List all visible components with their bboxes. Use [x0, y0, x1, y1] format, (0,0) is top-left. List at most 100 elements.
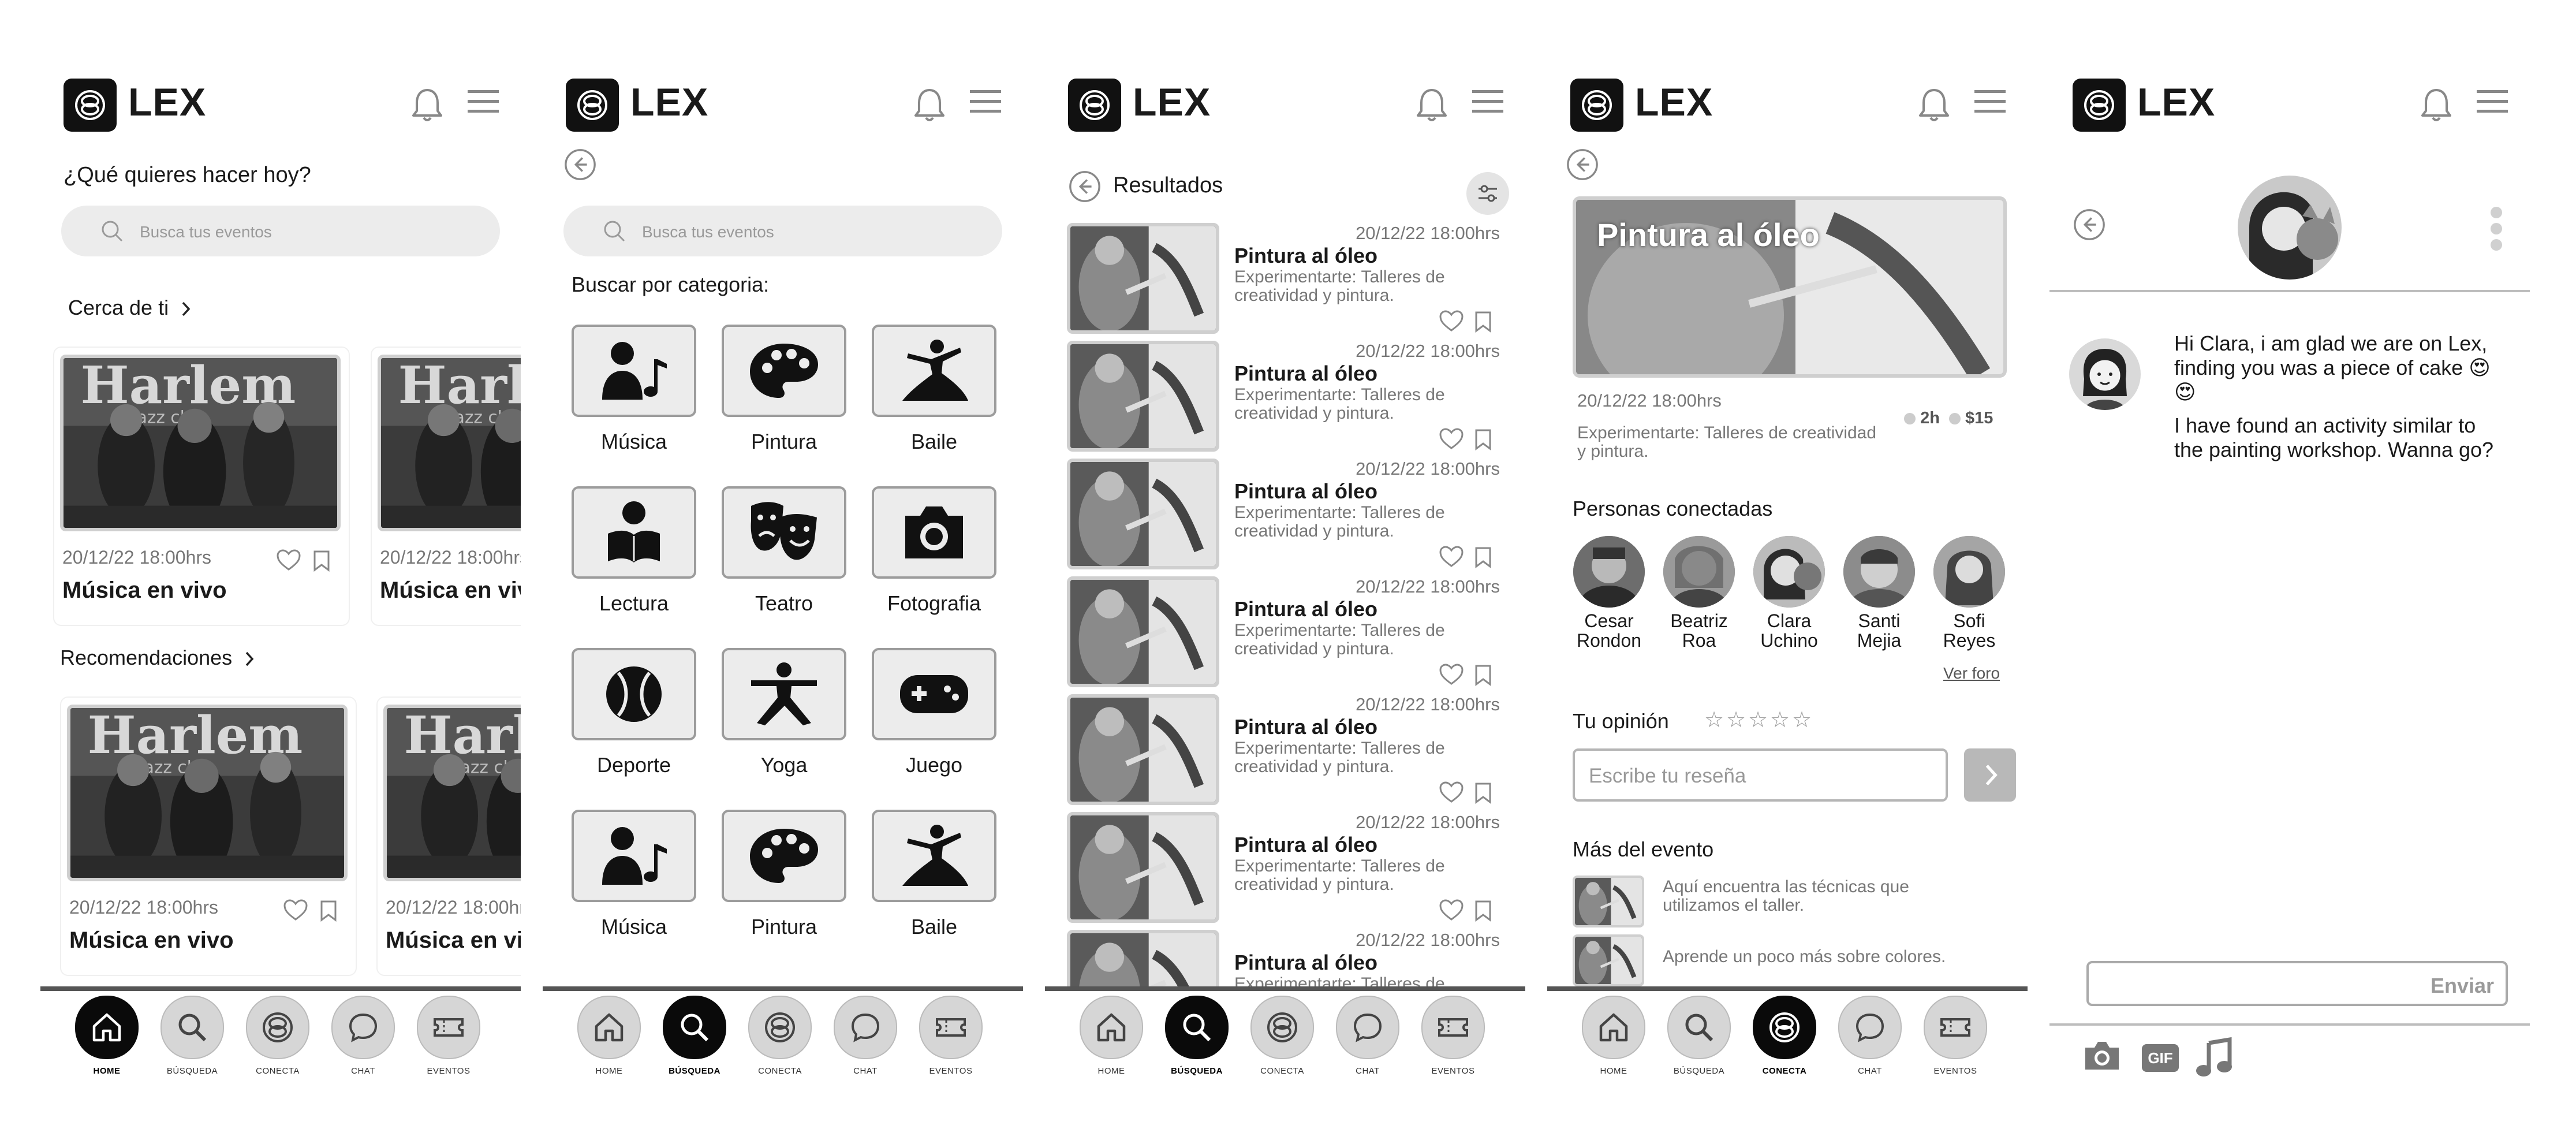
contact-avatar[interactable]: [2238, 176, 2342, 280]
person-santi[interactable]: Santi Mejia: [1836, 536, 1922, 650]
person-cesar[interactable]: Cesar Rondon: [1566, 536, 1652, 650]
result-item[interactable]: 20/12/22 18:00hrs Pintura al óleo Experime…: [1067, 694, 1506, 807]
nav-label: HOME: [1600, 1066, 1627, 1076]
bell-icon[interactable]: [1917, 87, 1951, 124]
person-clara[interactable]: Clara Uchino: [1746, 536, 1832, 650]
music-note-icon[interactable]: [2194, 1037, 2234, 1078]
bookmark-icon[interactable]: [1474, 900, 1492, 922]
star-icon[interactable]: ☆: [1748, 707, 1768, 733]
search-input[interactable]: Busca tus eventos: [61, 206, 500, 256]
person-beatriz[interactable]: Beatriz Roa: [1656, 536, 1742, 650]
star-icon[interactable]: ☆: [1726, 707, 1746, 733]
event-card[interactable]: 20/12/22 18:00hrs Música en vivo: [60, 696, 357, 976]
dancer-icon: [902, 340, 968, 401]
result-thumbnail: [1067, 812, 1219, 923]
lex-logo[interactable]: [2073, 79, 2126, 132]
result-item[interactable]: 20/12/22 18:00hrs Pintura al óleo Experime…: [1067, 576, 1506, 690]
category-juego[interactable]: [872, 648, 996, 740]
bookmark-icon[interactable]: [1474, 664, 1492, 686]
gif-button[interactable]: GIF: [2142, 1044, 2179, 1072]
event-card[interactable]: 20/12/22 18:00hrs Música en vivo: [376, 696, 521, 976]
back-arrow-icon[interactable]: [563, 148, 597, 181]
result-item[interactable]: 20/12/22 18:00hrs Pintura al óleo Experime…: [1067, 459, 1506, 572]
category-fotografia[interactable]: [872, 486, 996, 579]
event-card[interactable]: 20/12/22 18:00hrs Música en vivo: [371, 347, 521, 626]
heart-icon[interactable]: [1439, 545, 1464, 568]
brand-name: LEX: [2137, 80, 2216, 124]
camera-icon[interactable]: [2082, 1040, 2122, 1072]
nearby-link[interactable]: Cerca de ti: [68, 296, 192, 320]
result-item[interactable]: 20/12/22 18:00hrs Pintura al óleo Experime…: [1067, 812, 1506, 925]
more-item-2[interactable]: Aprende un poco más sobre colores.: [1663, 947, 1946, 967]
heart-icon[interactable]: [1439, 310, 1464, 333]
category-pintura[interactable]: [722, 325, 846, 417]
heart-icon[interactable]: [1439, 427, 1464, 450]
more-item-1[interactable]: Aquí encuentra las técnicas que utilizam…: [1663, 878, 1986, 915]
event-date: 20/12/22 18:00hrs: [380, 547, 521, 568]
nav-label: CONECTA: [1762, 1066, 1807, 1076]
result-title: Pintura al óleo: [1234, 244, 1378, 267]
lex-logo[interactable]: [1570, 79, 1623, 132]
category-musica[interactable]: [572, 325, 696, 417]
review-input[interactable]: Escribe tu reseña: [1573, 748, 1948, 802]
opinion-title: Tu opinión: [1573, 709, 1669, 733]
result-title: Pintura al óleo: [1234, 597, 1378, 621]
category-pintura[interactable]: [722, 810, 846, 902]
more-options-icon[interactable]: [2489, 206, 2503, 252]
search-input[interactable]: Busca tus eventos: [563, 206, 1002, 256]
forum-link[interactable]: Ver foro: [1943, 664, 2000, 683]
heart-icon[interactable]: [1439, 781, 1464, 804]
back-arrow-icon[interactable]: [2073, 208, 2106, 241]
bookmark-icon[interactable]: [1474, 782, 1492, 804]
evento-screen: LEX Pintura al óleo 20/12/22 18:00hrs Ex…: [1547, 0, 2028, 1097]
bell-icon[interactable]: [2419, 87, 2454, 124]
chevron-right-icon: [180, 300, 192, 318]
message-input[interactable]: Enviar: [2086, 961, 2508, 1006]
bookmark-icon[interactable]: [1474, 546, 1492, 568]
send-button[interactable]: Enviar: [2431, 974, 2494, 998]
bookmark-icon[interactable]: [313, 550, 330, 572]
lex-logo[interactable]: [64, 79, 117, 132]
menu-icon[interactable]: [2477, 90, 2508, 113]
brand-name: LEX: [128, 80, 207, 124]
category-lectura[interactable]: [572, 486, 696, 579]
category-deporte[interactable]: [572, 648, 696, 740]
heart-icon[interactable]: [1439, 899, 1464, 922]
menu-icon[interactable]: [970, 90, 1001, 113]
clock-icon: [1904, 413, 1916, 425]
star-icon[interactable]: ☆: [1704, 707, 1724, 733]
category-teatro[interactable]: [722, 486, 846, 579]
result-item[interactable]: 20/12/22 18:00hrs Pintura al óleo Experime…: [1067, 223, 1506, 336]
heart-icon[interactable]: [1439, 663, 1464, 686]
back-arrow-icon[interactable]: [1068, 170, 1102, 203]
bell-icon[interactable]: [1414, 87, 1449, 124]
category-baile[interactable]: [872, 810, 996, 902]
lex-logo[interactable]: [566, 79, 619, 132]
bell-icon[interactable]: [410, 87, 445, 124]
menu-icon[interactable]: [1472, 90, 1503, 113]
back-arrow-icon[interactable]: [1566, 148, 1599, 181]
person-sofi[interactable]: Sofi Reyes: [1926, 536, 2013, 650]
category-yoga[interactable]: [722, 648, 846, 740]
category-baile[interactable]: [872, 325, 996, 417]
submit-review-button[interactable]: [1964, 748, 2016, 802]
bell-icon[interactable]: [912, 87, 947, 124]
menu-icon[interactable]: [1974, 90, 2006, 113]
filter-button[interactable]: [1466, 172, 1509, 215]
lex-logo[interactable]: [1068, 79, 1121, 132]
ticket-icon: [1436, 1010, 1470, 1045]
bookmark-icon[interactable]: [320, 900, 337, 922]
star-icon[interactable]: ☆: [1792, 707, 1812, 733]
recommend-link[interactable]: Recomendaciones: [60, 646, 255, 670]
bookmark-icon[interactable]: [1474, 311, 1492, 333]
event-title: Música en vivo: [69, 927, 234, 953]
person-last-name: Uchino: [1760, 630, 1818, 651]
bookmark-icon[interactable]: [1474, 429, 1492, 450]
event-card[interactable]: 20/12/22 18:00hrs Música en vivo: [53, 347, 350, 626]
heart-icon[interactable]: [283, 899, 308, 922]
heart-icon[interactable]: [276, 549, 301, 572]
category-musica[interactable]: [572, 810, 696, 902]
menu-icon[interactable]: [468, 90, 499, 113]
star-icon[interactable]: ☆: [1770, 707, 1790, 733]
result-item[interactable]: 20/12/22 18:00hrs Pintura al óleo Experime…: [1067, 341, 1506, 454]
